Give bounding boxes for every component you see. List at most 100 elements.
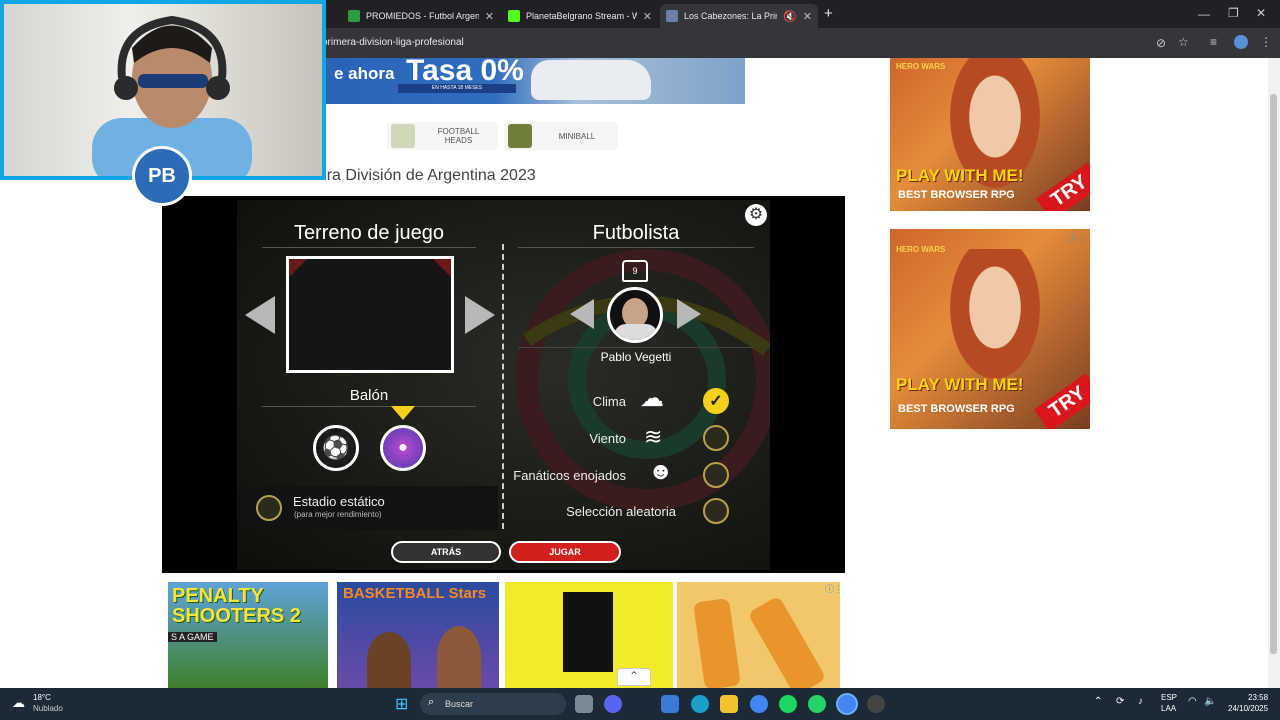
weather-cloud-icon: ☁ <box>12 695 25 710</box>
static-stadium-radio[interactable] <box>256 495 282 521</box>
field-header: Terreno de juego <box>262 222 476 248</box>
promiedos-favicon-icon <box>348 10 360 22</box>
car-image <box>531 60 651 100</box>
selected-ball-indicator-icon <box>391 406 415 420</box>
language-code[interactable]: ESP <box>1161 693 1177 702</box>
chip-football-heads[interactable]: FOOTBALL HEADS <box>387 122 498 150</box>
close-tab-icon[interactable]: ✕ <box>485 10 494 23</box>
ad-info-icon[interactable]: ⓘ⋮ <box>825 582 840 595</box>
media-muted-icon[interactable]: ⊘ <box>1156 36 1166 50</box>
chip-miniball[interactable]: MINIBALL <box>504 122 618 150</box>
thumb-plank-image <box>747 595 827 688</box>
option-check-clima[interactable]: ✓ <box>703 388 729 414</box>
windows-start-icon[interactable]: ⊞ <box>395 694 408 714</box>
ad-try-badge: TRY <box>1035 162 1090 211</box>
chrome-active-icon[interactable] <box>838 695 856 713</box>
game-thumb-screws[interactable]: ⓘ⋮ <box>677 582 840 688</box>
back-button[interactable]: ATRÁS <box>391 541 501 563</box>
soccer-ball-icon: ⚽ <box>322 435 350 460</box>
address-bar[interactable]: primera-division-liga-profesional <box>322 37 464 48</box>
player-name: Pablo Vegetti <box>518 347 754 364</box>
wind-icon: ≋ <box>644 424 663 449</box>
column-divider <box>502 244 504 529</box>
windows-taskbar: ☁ 18°C Nublado ⊞ ⌕ Buscar ⌃ ⟳ ♪ ESP LAA … <box>0 688 1280 720</box>
ad-headline: PLAY WITH ME! <box>896 166 1024 185</box>
static-stadium-sub: (para mejor rendimiento) <box>294 510 382 519</box>
player-next-arrow[interactable] <box>677 299 701 329</box>
tray-chevron-icon[interactable]: ⌃ <box>1094 696 1102 707</box>
task-view-icon[interactable] <box>575 695 593 713</box>
game-thumb-penalty-shooters[interactable]: PENALTY SHOOTERS 2 S A GAME <box>168 582 328 688</box>
whatsapp-icon[interactable] <box>808 695 826 713</box>
bookmark-star-icon[interactable]: ☆ <box>1178 35 1189 49</box>
ad-hero-wars-1[interactable]: HERO WARS PLAY WITH ME! BEST BROWSER RPG… <box>890 58 1090 211</box>
file-explorer-icon[interactable] <box>720 695 738 713</box>
tab-title: Los Cabezones: La Primera <box>684 11 777 21</box>
restore-icon[interactable]: ❐ <box>1228 6 1239 20</box>
store-icon[interactable] <box>661 695 679 713</box>
minimize-icon[interactable]: — <box>1198 7 1210 21</box>
tab-los-cabezones[interactable]: Los Cabezones: La Primera 🔇 ✕ <box>660 4 818 28</box>
close-window-icon[interactable]: ✕ <box>1256 6 1266 20</box>
discord-icon[interactable] <box>604 695 622 713</box>
new-tab-button[interactable]: + <box>824 5 833 22</box>
tab-promiedos[interactable]: PROMIEDOS - Futbol Argentino ✕ <box>342 4 500 28</box>
option-label-fanaticos: Fanáticos enojados <box>513 468 626 483</box>
close-tab-icon[interactable]: ✕ <box>643 10 652 23</box>
spotify-icon[interactable] <box>779 695 797 713</box>
field-next-arrow[interactable] <box>465 296 495 334</box>
clock-date[interactable]: 24/10/2025 <box>1228 704 1268 713</box>
menu-icon[interactable]: ⋮ <box>1260 35 1272 49</box>
option-check-viento[interactable] <box>703 425 729 451</box>
miniball-thumb <box>508 124 532 148</box>
media-control-icon[interactable]: ≡ <box>1210 35 1217 49</box>
scroll-up-chevron-icon[interactable]: ⌃ <box>617 668 651 686</box>
wifi-icon[interactable]: ◠ <box>1188 696 1197 707</box>
site-favicon-icon <box>666 10 678 22</box>
mic-icon[interactable]: ♪ <box>1138 696 1143 707</box>
ad-subline: BEST BROWSER RPG <box>898 403 1015 415</box>
ball-option-selected[interactable]: ● <box>380 425 426 471</box>
option-check-fanaticos[interactable] <box>703 462 729 488</box>
player-header: Futbolista <box>518 222 754 248</box>
ad-info-icon[interactable]: ⓘ⋮ <box>1068 231 1086 244</box>
taskbar-search[interactable]: ⌕ Buscar <box>420 693 566 715</box>
ball-header: Balón <box>262 387 476 407</box>
option-label-viento: Viento <box>589 431 626 446</box>
edge-icon[interactable] <box>691 695 709 713</box>
field-prev-arrow[interactable] <box>245 296 275 334</box>
thumb-player-image <box>437 626 481 688</box>
weather-desc[interactable]: Nublado <box>33 704 63 713</box>
weather-cloud-icon: ☁ <box>640 385 664 412</box>
app-icon[interactable] <box>867 695 885 713</box>
search-placeholder: Buscar <box>445 699 474 709</box>
volume-icon[interactable]: 🔈 <box>1204 696 1216 707</box>
ad-hero-wars-2[interactable]: HERO WARS ⓘ⋮ PLAY WITH ME! BEST BROWSER … <box>890 229 1090 429</box>
play-button[interactable]: JUGAR <box>509 541 621 563</box>
chrome-icon[interactable] <box>750 695 768 713</box>
angry-fan-icon: ☻ <box>648 458 674 485</box>
keyboard-layout[interactable]: LAA <box>1161 704 1176 713</box>
steam-icon[interactable] <box>632 695 650 713</box>
thumb-player-image <box>367 632 411 688</box>
option-check-aleatoria[interactable] <box>703 498 729 524</box>
player-prev-arrow[interactable] <box>570 299 594 329</box>
banner-sub: EN HASTA 18 MESES <box>398 84 516 93</box>
tab-planetabelgrano[interactable]: PlanetaBelgrano Stream - Watch ✕ <box>502 4 658 28</box>
field-preview <box>286 256 454 373</box>
sync-icon[interactable]: ⟳ <box>1116 696 1124 707</box>
shirt-icon: 9 <box>622 260 648 282</box>
scrollbar-thumb[interactable] <box>1270 94 1277 654</box>
close-tab-icon[interactable]: ✕ <box>803 10 812 23</box>
mute-tab-icon[interactable]: 🔇 <box>783 10 797 23</box>
chip-label: FOOTBALL HEADS <box>437 127 480 145</box>
thumb-silhouette-image <box>563 592 613 672</box>
clock-time[interactable]: 23:58 <box>1248 693 1268 702</box>
profile-avatar[interactable] <box>1234 35 1248 49</box>
tab-title: PlanetaBelgrano Stream - Watch <box>526 11 637 21</box>
chip-label: MINIBALL <box>558 131 596 141</box>
ball-option-classic[interactable]: ⚽ <box>313 425 359 471</box>
top-ad-banner[interactable]: e ahora Tasa 0% EN HASTA 18 MESES <box>326 58 745 104</box>
weather-temp[interactable]: 18°C <box>33 693 51 702</box>
game-thumb-basketball-stars[interactable]: BASKETBALL Stars <box>337 582 499 688</box>
